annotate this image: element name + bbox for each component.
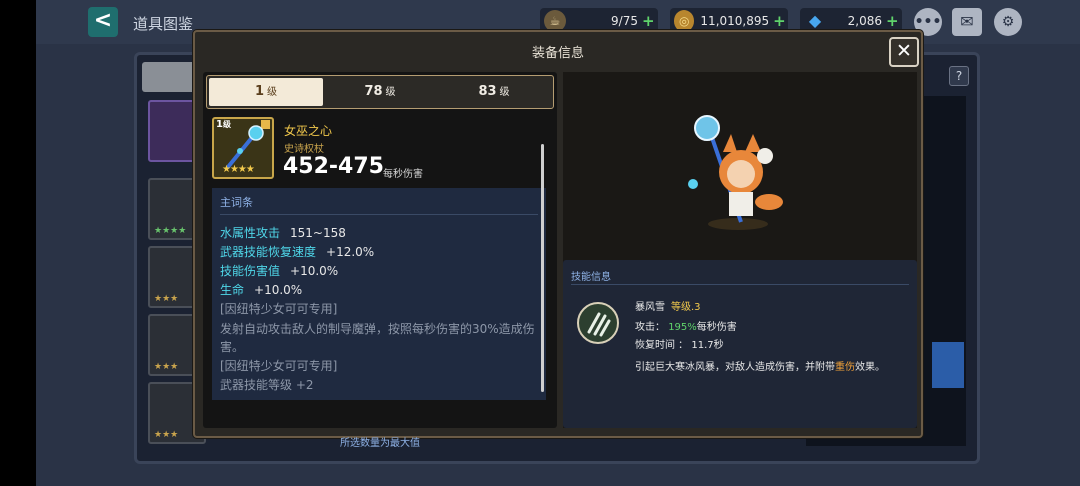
claw-icon xyxy=(587,312,611,337)
list-selected-row[interactable] xyxy=(932,342,964,388)
tab-unit: 级 xyxy=(267,87,278,98)
level-tabs: 1级 78 级 83 级 xyxy=(206,75,554,109)
stat-value: 151~158 xyxy=(290,226,346,240)
stat-row: 武器技能恢复速度 +12.0% xyxy=(220,243,374,260)
gem-icon: ◆ xyxy=(808,11,822,30)
skill-desc-text: 引起巨大寒冰风暴，对敌人造成伤害，并附带 xyxy=(635,362,835,373)
stat-value: +10.0% xyxy=(254,283,303,297)
item-name: 女巫之心 xyxy=(284,124,333,138)
description-line: [因纽特少女可可专用] xyxy=(220,359,338,373)
gold-value: 11,010,895 xyxy=(700,14,770,28)
item-details-pane: 1级 78 级 83 级 1级 ★★★★ 女巫之心 史诗权杖 452-475 每秒伤… xyxy=(203,72,557,449)
gem-value: 2,086 xyxy=(847,14,882,28)
footer-note: 所选数量为最大值 xyxy=(340,438,420,449)
stamina-value: 9/75 xyxy=(611,14,638,28)
help-button[interactable]: ? xyxy=(949,66,969,86)
stat-key: 水属性攻击 xyxy=(220,226,281,240)
skill-attack-value: 195% xyxy=(668,322,697,333)
coffee-icon: ☕ xyxy=(544,10,566,32)
skill-description: 引起巨大寒冰风暴，对敌人造成伤害，并附带重伤效果。 xyxy=(635,358,885,373)
skill-attack: 攻击： 195%每秒伤害 xyxy=(635,318,737,333)
tab-label: 83 xyxy=(478,84,497,99)
skill-cooldown: 恢复时间 ： 11.7秒 xyxy=(635,340,724,351)
skill-level: 等级.3 xyxy=(671,302,701,313)
stat-value: +10.0% xyxy=(290,264,339,278)
gear-icon[interactable]: ⚙ xyxy=(994,8,1022,36)
skill-name: 暴风雪 等级.3 xyxy=(635,298,701,313)
skill-header: 技能信息 xyxy=(571,272,611,283)
stat-row: 水属性攻击 151~158 xyxy=(220,224,346,241)
coin-icon: ◎ xyxy=(674,10,695,32)
skill-desc-highlight: 重伤 xyxy=(835,362,855,373)
item-stars: ★★★★ xyxy=(222,164,255,175)
tab-unit: 级 xyxy=(499,87,510,98)
tab-unit: 级 xyxy=(385,87,396,98)
divider xyxy=(571,284,909,285)
close-button[interactable]: ✕ xyxy=(889,37,919,67)
dialog-title: 装备信息 xyxy=(531,46,584,61)
preview-pane: 技能信息 暴风雪 等级.3 攻击： 195%每秒伤害 恢复时间 ： 11.7秒 引… xyxy=(563,72,917,428)
skill-desc-text: 效果。 xyxy=(855,362,885,373)
add-stamina-button[interactable]: + xyxy=(642,12,658,30)
stat-row: 技能伤害值 +10.0% xyxy=(220,262,338,279)
tab-level-1[interactable]: 1级 xyxy=(209,78,323,106)
equipment-info-dialog: 装备信息 ✕ 1级 78 级 83 级 1级 ★★★★ 女巫之心 史诗权杖 452-… xyxy=(193,30,923,449)
stat-value: +12.0% xyxy=(326,245,375,259)
character-preview xyxy=(688,115,783,230)
description-line: 害。 xyxy=(220,340,245,354)
item-type: 史诗权杖 xyxy=(284,144,324,155)
stat-key: 武器技能恢复速度 xyxy=(220,245,317,259)
page-title: 道具图鉴 xyxy=(133,15,194,33)
skill-attack-label: 攻击： xyxy=(635,322,665,333)
collection-tab[interactable] xyxy=(142,62,198,92)
tab-label: 1 xyxy=(254,84,265,99)
description-line: 发射自动攻击敌人的制导魔弹，按照每秒伤害的30%造成伤 xyxy=(220,322,535,336)
description-line: 武器技能等级 +2 xyxy=(220,378,314,392)
tab-label: 78 xyxy=(364,84,383,99)
back-button[interactable]: < xyxy=(88,7,118,37)
stat-row: 生命 +10.0% xyxy=(220,281,302,298)
skill-attack-unit: 每秒伤害 xyxy=(696,322,737,333)
skill-title: 暴风雪 xyxy=(635,302,665,313)
stat-key: 生命 xyxy=(220,283,245,297)
tab-level-78[interactable]: 78 级 xyxy=(323,78,437,106)
blizzard-skill-icon xyxy=(577,302,619,344)
stats-header: 主词条 xyxy=(220,196,253,209)
damage-unit: 每秒伤害 xyxy=(383,169,423,180)
add-gold-button[interactable]: + xyxy=(773,12,788,30)
description-line: [因纽特少女可可专用] xyxy=(220,302,338,316)
main-stats-panel: 主词条 水属性攻击 151~158 武器技能恢复速度 +12.0% 技能伤害值 +10… xyxy=(212,188,546,400)
skill-info-panel: 技能信息 暴风雪 等级.3 攻击： 195%每秒伤害 恢复时间 ： 11.7秒 引… xyxy=(563,260,917,428)
scrollbar[interactable] xyxy=(541,144,544,392)
staff-icon: 1级 ★★★★ xyxy=(212,117,274,179)
divider xyxy=(220,214,538,215)
tab-level-83[interactable]: 83 级 xyxy=(437,78,551,106)
damage-value: 452-475 xyxy=(283,154,384,179)
add-gem-button[interactable]: + xyxy=(886,12,902,30)
stat-key: 技能伤害值 xyxy=(220,264,281,278)
mail-icon[interactable]: ✉ xyxy=(952,8,982,36)
